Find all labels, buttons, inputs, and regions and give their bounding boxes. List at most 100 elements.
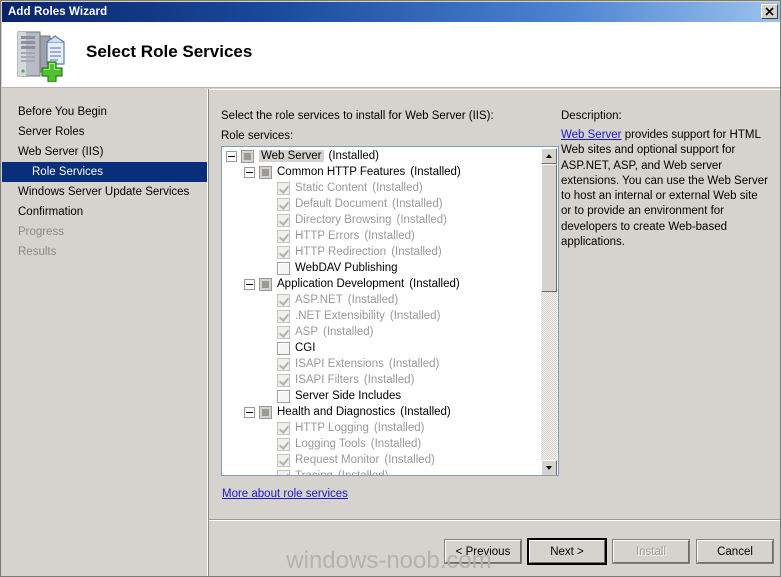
tree-row[interactable]: Common HTTP Features (Installed) — [222, 164, 543, 180]
tree-item-label: Server Side Includes — [295, 390, 402, 402]
tree-row[interactable]: Server Side Includes — [222, 388, 543, 404]
sidebar-item-windows-server-update-services[interactable]: Windows Server Update Services — [2, 182, 207, 202]
checkbox-empty[interactable] — [277, 261, 290, 275]
tree-item-status: (Installed) — [392, 198, 443, 210]
tree-item-status: (Installed) — [373, 422, 425, 434]
tree-item-status: (Installed) — [410, 166, 461, 178]
collapse-icon[interactable] — [244, 278, 255, 290]
tree-row[interactable]: ASP.NET (Installed) — [222, 292, 543, 308]
tree-row[interactable]: Default Document (Installed) — [222, 196, 543, 212]
tree-row[interactable]: ISAPI Extensions (Installed) — [222, 356, 543, 372]
tree-item-label: HTTP Logging — [295, 422, 369, 434]
tree-item-label: ASP — [295, 326, 319, 338]
tree-item-label: Default Document — [295, 198, 388, 210]
collapse-icon[interactable] — [226, 150, 237, 162]
tree-item-status: (Installed) — [370, 438, 422, 450]
tree-row[interactable]: Application Development (Installed) — [222, 276, 543, 292]
tree-row[interactable]: WebDAV Publishing — [222, 260, 543, 276]
tree-item-label: WebDAV Publishing — [295, 262, 398, 274]
tree-item-status: (Installed) — [391, 246, 442, 258]
tree-row[interactable]: .NET Extensibility (Installed) — [222, 308, 543, 324]
sidebar-item-results: Results — [18, 246, 57, 258]
tree-row[interactable]: Web Server (Installed) — [222, 148, 543, 164]
tree-row[interactable]: ASP (Installed) — [222, 324, 543, 340]
tree-item-status: (Installed) — [347, 294, 399, 306]
tree-item-label: Health and Diagnostics — [277, 406, 396, 418]
checkbox-checked-dim — [277, 469, 290, 475]
tree-row[interactable]: Health and Diagnostics (Installed) — [222, 404, 543, 420]
checkbox-checked-dim — [277, 437, 290, 451]
tree-row[interactable]: HTTP Redirection (Installed) — [222, 244, 543, 260]
tree-row[interactable]: Request Monitor (Installed) — [222, 452, 543, 468]
role-services-tree[interactable]: Web Server (Installed) Common HTTP Feature… — [221, 146, 559, 476]
title-bar: Add Roles Wizard — [2, 2, 780, 22]
checkbox-empty[interactable] — [277, 389, 290, 403]
tree-row[interactable]: ISAPI Filters (Installed) — [222, 372, 543, 388]
tree-row[interactable]: Logging Tools (Installed) — [222, 436, 543, 452]
tree-item-status: (Installed) — [396, 214, 448, 226]
tree-item-label: Web Server — [259, 150, 324, 162]
checkbox-checked-dim — [277, 181, 290, 195]
checkbox-indeterminate[interactable] — [259, 165, 272, 179]
tree-item-status: (Installed) — [328, 150, 380, 162]
close-icon[interactable] — [761, 4, 778, 19]
checkbox-empty[interactable] — [277, 341, 290, 355]
tree-item-label: Directory Browsing — [295, 214, 392, 226]
tree-item-label: Common HTTP Features — [277, 166, 406, 178]
tree-row-container: Web Server (Installed) Common HTTP Feature… — [222, 147, 543, 475]
checkbox-checked-dim — [277, 293, 290, 307]
tree-item-label: ISAPI Filters — [295, 374, 359, 386]
tree-scrollbar[interactable] — [541, 148, 557, 475]
collapse-icon[interactable] — [244, 406, 255, 418]
tree-item-label: HTTP Errors — [295, 230, 360, 242]
wizard-button-bar: < Previous Next > Install Cancel — [444, 538, 774, 565]
web-server-link[interactable]: Web Server — [561, 129, 622, 141]
tree-item-label: ISAPI Extensions — [295, 358, 384, 370]
tree-row[interactable]: HTTP Logging (Installed) — [222, 420, 543, 436]
sidebar-item-progress: Progress — [18, 226, 65, 238]
checkbox-checked-dim — [277, 309, 290, 323]
cancel-button[interactable]: Cancel — [696, 539, 774, 564]
window-title: Add Roles Wizard — [8, 6, 108, 18]
sidebar-item-before-you-begin[interactable]: Before You Begin — [2, 102, 207, 122]
tree-row[interactable]: Tracing (Installed) — [222, 468, 543, 475]
tree-row[interactable]: CGI — [222, 340, 543, 356]
sidebar-item-server-roles[interactable]: Server Roles — [2, 122, 207, 142]
tree-row[interactable]: Directory Browsing (Installed) — [222, 212, 543, 228]
checkbox-indeterminate[interactable] — [259, 405, 272, 419]
next-button[interactable]: Next > — [527, 538, 607, 565]
tree-item-label: Request Monitor — [295, 454, 380, 466]
scrollbar-track[interactable] — [541, 164, 557, 460]
server-add-icon — [14, 28, 74, 83]
scrollbar-thumb[interactable] — [541, 164, 557, 292]
tree-item-status: (Installed) — [389, 310, 441, 322]
collapse-icon[interactable] — [244, 166, 255, 178]
scroll-up-icon[interactable] — [541, 148, 557, 164]
checkbox-indeterminate[interactable] — [241, 149, 254, 163]
checkbox-checked-dim — [277, 245, 290, 259]
tree-item-status: (Installed) — [409, 278, 460, 290]
install-button: Install — [612, 539, 690, 564]
tree-item-status: (Installed) — [388, 358, 440, 370]
footer-separator — [209, 519, 780, 521]
tree-item-label: HTTP Redirection — [295, 246, 387, 258]
tree-item-status: (Installed) — [384, 454, 435, 466]
tree-item-status: (Installed) — [364, 230, 415, 242]
tree-row[interactable]: HTTP Errors (Installed) — [222, 228, 543, 244]
more-about-role-services-link[interactable]: More about role services — [222, 488, 348, 500]
role-services-label: Role services: — [221, 130, 294, 142]
checkbox-indeterminate[interactable] — [259, 277, 272, 291]
scroll-down-icon[interactable] — [541, 460, 557, 475]
sidebar-item-role-services[interactable]: Role Services — [2, 162, 207, 182]
checkbox-checked-dim — [277, 197, 290, 211]
previous-button[interactable]: < Previous — [444, 539, 522, 564]
header-banner: Select Role Services — [2, 22, 780, 88]
sidebar-item-web-server-iis[interactable]: Web Server (IIS) — [2, 142, 207, 162]
tree-item-status: (Installed) — [323, 326, 374, 338]
page-title: Select Role Services — [86, 42, 253, 61]
intro-text: Select the role services to install for … — [221, 110, 494, 122]
sidebar-item-confirmation[interactable]: Confirmation — [2, 202, 207, 222]
description-body-text: provides support for HTML Web sites and … — [561, 129, 768, 249]
tree-row[interactable]: Static Content (Installed) — [222, 180, 543, 196]
tree-item-status: (Installed) — [400, 406, 451, 418]
